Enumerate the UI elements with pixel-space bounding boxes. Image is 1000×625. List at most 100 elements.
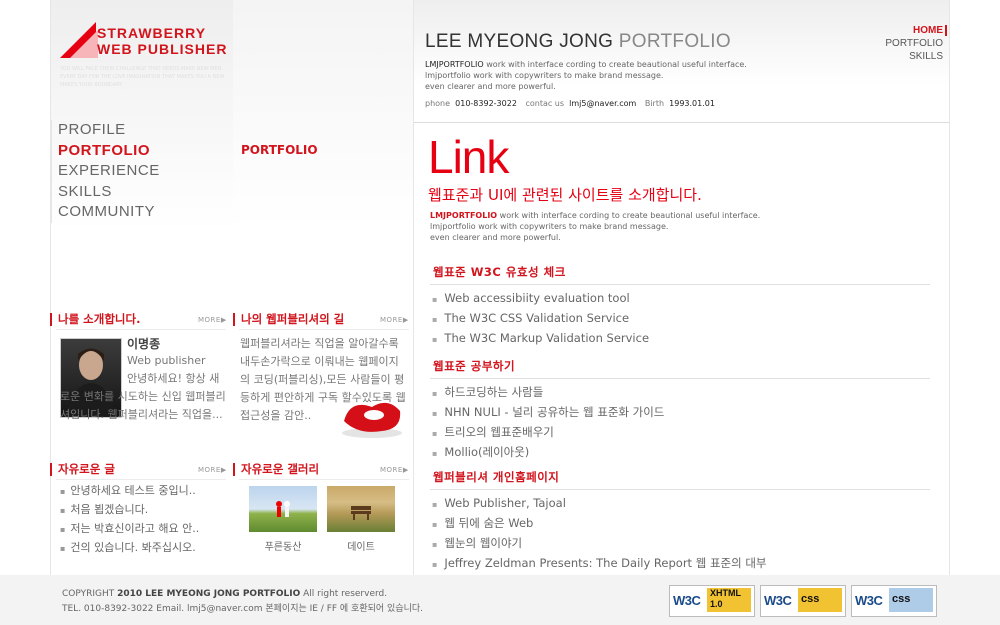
intro-name: 이명종: [127, 337, 161, 351]
board-item[interactable]: 건의 있습니다. 봐주십시오.: [60, 539, 199, 558]
divider: [56, 329, 226, 330]
link-item[interactable]: Web accessibiity evaluation tool: [432, 289, 649, 309]
board-item[interactable]: 처음 뵙겠습니다.: [60, 501, 199, 520]
w3c-logo: W3C: [764, 593, 792, 608]
logo-icon-inner: [70, 30, 98, 58]
main-heading: Link: [428, 131, 509, 183]
couple-photo: [276, 501, 290, 517]
gallery-heading: 자유로운 갤러리: [233, 463, 319, 476]
gallery-more-link[interactable]: MORE▶: [380, 466, 409, 474]
road-more-link[interactable]: MORE▶: [380, 316, 409, 324]
copyright-post: All right reserverd.: [300, 589, 388, 599]
top-menu-skills[interactable]: SKILLS: [860, 50, 943, 63]
link-item[interactable]: Mollio(레이아웃): [432, 443, 664, 463]
main-desc-1: work with interface cording to create be…: [497, 211, 761, 220]
birth-label: Birth: [644, 99, 665, 108]
main-brand: LMJPORTFOLIO: [430, 211, 498, 220]
intro-role: Web publisher: [127, 354, 206, 367]
badge-tag: XHTML 1.0: [707, 588, 751, 612]
board-list: 안녕하세요 테스트 중입니.. 처음 뵙겠습니다. 저는 박효신이라고 해요 안…: [60, 482, 199, 558]
divider: [239, 479, 409, 480]
section-title: PORTFOLIO: [241, 143, 318, 157]
main-subheading: 웹표준과 UI에 관련된 사이트를 소개합니다.: [428, 186, 702, 204]
nav-item-experience[interactable]: EXPERIENCE: [58, 161, 160, 182]
red-chair-icon: [342, 402, 402, 438]
bench-photo: [351, 506, 371, 520]
link-list-homepages: Web Publisher, Tajoal 웹 뒤에 숨은 Web 웹눈의 웹이…: [432, 494, 767, 574]
footer-text: COPYRIGHT 2010 LEE MYEONG JONG PORTFOLIO…: [62, 587, 423, 617]
header-brand: LMJPORTFOLIO: [425, 60, 484, 69]
main-description: LMJPORTFOLIO work with interface cording…: [430, 210, 760, 243]
divider: [430, 378, 930, 379]
gallery-thumb[interactable]: [327, 486, 395, 532]
board-more-link[interactable]: MORE▶: [198, 466, 227, 474]
category-title-homepages: 웹퍼블리셔 개인홈페이지: [433, 470, 560, 484]
link-item[interactable]: The W3C CSS Validation Service: [432, 309, 649, 329]
link-item[interactable]: NHN NULI - 널리 공유하는 웹 표준화 가이드: [432, 403, 664, 423]
gallery-caption: 데이트: [347, 542, 375, 553]
board-item[interactable]: 안녕하세요 테스트 중입니..: [60, 482, 199, 501]
link-item[interactable]: 웹 뒤에 숨은 Web: [432, 514, 767, 534]
logo-line2: WEB PUBLISHER: [97, 41, 228, 57]
divider: [239, 329, 409, 330]
road-heading: 나의 웹퍼블리셔의 길: [233, 313, 344, 326]
category-title-w3c: 웹표준 W3C 유효성 체크: [433, 265, 566, 279]
footer-line2: TEL. 010-8392-3022 Email. lmj5@naver.com…: [62, 604, 424, 614]
board-item[interactable]: 저는 박효신이라고 해요 안..: [60, 520, 199, 539]
header-description: LMJPORTFOLIO work with interface cording…: [425, 59, 747, 92]
main-nav: PROFILE PORTFOLIO EXPERIENCE SKILLS COMM…: [50, 120, 160, 223]
title-main: LEE MYEONG JONG: [425, 31, 619, 52]
top-menu-active-indicator: [945, 25, 947, 36]
link-item[interactable]: Jeffrey Zeldman Presents: The Daily Repo…: [432, 554, 766, 574]
gallery-caption: 푸른동산: [264, 542, 302, 553]
main-desc-2: lmjportfolio work with copywriters to ma…: [430, 222, 669, 231]
title-accent: PORTFOLIO: [618, 31, 731, 52]
w3c-logo: W3C: [673, 593, 701, 608]
category-title-study: 웹표준 공부하기: [433, 359, 516, 373]
link-item[interactable]: 하드코딩하는 사람들: [432, 383, 664, 403]
header-desc-1: work with interface cording to create be…: [483, 60, 747, 69]
badge-tag: css: [798, 588, 842, 612]
header-desc-3: even clearer and more powerful.: [425, 82, 556, 91]
nav-item-community[interactable]: COMMUNITY: [58, 202, 160, 223]
logo[interactable]: STRAWBERRY WEB PUBLISHER: [97, 25, 227, 57]
phone-label: phone: [425, 99, 451, 108]
copyright-bold: 2010 LEE MYEONG JONG PORTFOLIO: [117, 589, 301, 599]
copyright-pre: COPYRIGHT: [62, 589, 118, 599]
w3c-css-badge-blue[interactable]: W3C css: [851, 585, 937, 617]
link-list-w3c: Web accessibiity evaluation tool The W3C…: [432, 289, 649, 349]
board-heading: 자유로운 글: [50, 463, 115, 476]
link-item[interactable]: Web Publisher, Tajoal: [432, 494, 767, 514]
nav-item-skills[interactable]: SKILLS: [58, 182, 160, 203]
link-list-study: 하드코딩하는 사람들 NHN NULI - 널리 공유하는 웹 표준화 가이드 …: [432, 383, 664, 463]
top-menu-home[interactable]: HOME: [860, 24, 943, 37]
divider: [430, 489, 930, 490]
page-title: LEE MYEONG JONG PORTFOLIO: [425, 31, 731, 53]
contact-label: contac us: [525, 99, 565, 108]
main-desc-3: even clearer and more powerful.: [430, 233, 561, 242]
w3c-css-badge[interactable]: W3C css: [760, 585, 846, 617]
nav-item-profile[interactable]: PROFILE: [58, 120, 160, 141]
phone-value: 010-8392-3022: [455, 99, 517, 108]
intro-heading: 나를 소개합니다.: [50, 313, 140, 326]
top-menu: HOME PORTFOLIO SKILLS: [860, 24, 943, 63]
birth-value: 1993.01.01: [669, 99, 715, 108]
logo-line1: STRAWBERRY: [97, 25, 207, 41]
w3c-xhtml-badge[interactable]: W3C XHTML 1.0: [669, 585, 755, 617]
link-item[interactable]: 트리오의 웹표준배우기: [432, 423, 664, 443]
badge-tag: css: [889, 588, 933, 612]
link-item[interactable]: The W3C Markup Validation Service: [432, 329, 649, 349]
divider: [430, 284, 930, 285]
w3c-logo: W3C: [855, 593, 883, 608]
email-value[interactable]: lmj5@naver.com: [569, 99, 636, 108]
gallery-thumb[interactable]: [249, 486, 317, 532]
nav-item-portfolio[interactable]: PORTFOLIO: [58, 141, 160, 162]
contact-info: phone 010-8392-3022 contac us lmj5@naver…: [425, 99, 721, 108]
intro-text: 안녕하세요! 항상 새로운 변화를 시도하는 신입 웹퍼블리셔입니다. 웹퍼블리…: [60, 372, 226, 421]
top-menu-portfolio[interactable]: PORTFOLIO: [860, 37, 943, 50]
divider: [56, 479, 226, 480]
intro-more-link[interactable]: MORE▶: [198, 316, 227, 324]
link-item[interactable]: 웹눈의 웹이야기: [432, 534, 767, 554]
logo-tagline: YOU WILL FACE THEIR CHALLENGE THAT NEEDS…: [60, 66, 225, 88]
header-desc-2: lmjportfolio work with copywriters to ma…: [425, 71, 664, 80]
